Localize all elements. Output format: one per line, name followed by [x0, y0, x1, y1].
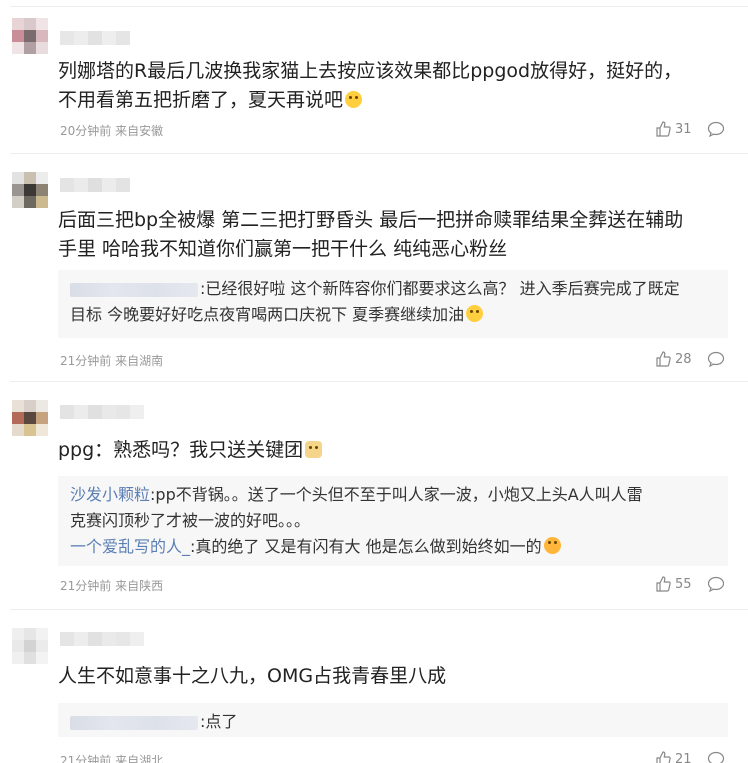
reply-text: :pp不背锅。。送了一个头但不至于叫人家一波，小炮又上头A人叫人雷	[150, 485, 643, 504]
comment-meta: 21分钟前 来自湖北	[60, 754, 164, 763]
reply-text: :点了	[200, 712, 238, 731]
comment-meta: 21分钟前 来自陕西	[60, 579, 164, 593]
avatar[interactable]	[12, 18, 48, 54]
comment-meta: 21分钟前 来自湖南	[60, 354, 164, 368]
thumbs-up-icon	[656, 751, 671, 763]
like-count: 31	[675, 121, 692, 137]
avatar[interactable]	[12, 400, 48, 436]
divider	[10, 6, 748, 7]
divider	[10, 609, 748, 610]
avatar[interactable]	[12, 172, 48, 208]
wink-emoji	[466, 305, 484, 322]
reply-username[interactable]: 一个爱乱写的人_	[70, 537, 190, 556]
username-blurred[interactable]	[60, 632, 144, 646]
reply-text: :已经很好啦 这个新阵容你们都要求这么高？ 进入季后赛完成了既定	[200, 279, 680, 298]
reply-text: 目标 今晚要好好吃点夜宵喝两口庆祝下 夏季赛继续加油	[70, 305, 465, 324]
comment-text-line: 人生不如意事十之八九，OMG占我青春里八成	[58, 665, 447, 687]
comment-meta: 20分钟前 来自安徽	[60, 124, 164, 138]
reply-username-blurred[interactable]	[70, 715, 198, 730]
divider	[10, 381, 748, 382]
comment-bubble-icon[interactable]	[707, 351, 725, 367]
like-count: 28	[675, 351, 692, 367]
reply-username[interactable]: 沙发小颗粒	[70, 485, 150, 504]
comment-text-line: 后面三把bp全被爆 第二三把打野昏头 最后一把拼命赎罪结果全葬送在辅助	[58, 209, 684, 231]
comment-text: 后面三把bp全被爆 第二三把打野昏头 最后一把拼命赎罪结果全葬送在辅助 手里 哈…	[58, 206, 718, 264]
divider	[10, 153, 748, 154]
like-button[interactable]: 28	[655, 351, 692, 367]
like-count: 21	[675, 751, 692, 763]
comment-bubble-icon[interactable]	[707, 751, 725, 763]
reply-username-blurred[interactable]	[70, 282, 198, 297]
comment-text: ppg：熟悉吗？我只送关键团	[58, 436, 718, 465]
comment-text-line: 不用看第五把折磨了，夏天再说吧	[58, 89, 344, 111]
avatar[interactable]	[12, 628, 48, 664]
like-button[interactable]: 31	[655, 121, 692, 137]
username-blurred[interactable]	[60, 178, 130, 192]
comment-text: 列娜塔的R最后几波换我家猫上去按应该效果都比ppgod放得好，挺好的， 不用看第…	[58, 57, 718, 115]
like-button[interactable]: 21	[655, 751, 692, 763]
like-count: 55	[675, 576, 692, 592]
username-blurred[interactable]	[60, 405, 144, 419]
surprised-emoji	[345, 91, 363, 108]
username-blurred[interactable]	[60, 31, 130, 45]
thumbs-up-icon	[656, 351, 671, 367]
thumbs-up-icon	[656, 576, 671, 592]
reply-text: 克赛闪顶秒了才被一波的好吧。。。	[70, 511, 311, 530]
reply-box: :已经很好啦 这个新阵容你们都要求这么高？ 进入季后赛完成了既定 目标 今晚要好…	[58, 270, 728, 338]
comment-text-line: 列娜塔的R最后几波换我家猫上去按应该效果都比ppgod放得好，挺好的，	[58, 60, 683, 82]
comment-text-line: 手里 哈哈我不知道你们赢第一把干什么 纯纯恶心粉丝	[58, 238, 508, 260]
comment-text-line: ppg：熟悉吗？我只送关键团	[58, 439, 304, 461]
reply-box: 沙发小颗粒:pp不背锅。。送了一个头但不至于叫人家一波，小炮又上头A人叫人雷 克…	[58, 476, 728, 566]
doge-emoji	[305, 441, 323, 458]
comment-text: 人生不如意事十之八九，OMG占我青春里八成	[58, 662, 718, 691]
comment-bubble-icon[interactable]	[707, 121, 725, 137]
comment-bubble-icon[interactable]	[707, 576, 725, 592]
reply-text: :真的绝了 又是有闪有大 他是怎么做到始终如一的	[190, 537, 542, 556]
laugh-emoji	[543, 537, 561, 554]
reply-box: :点了	[58, 703, 728, 737]
thumbs-up-icon	[656, 121, 671, 137]
like-button[interactable]: 55	[655, 576, 692, 592]
